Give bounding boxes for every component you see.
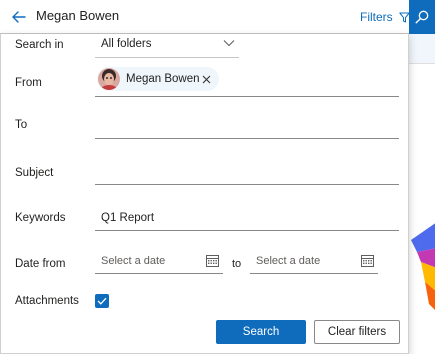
avatar [98,68,120,90]
keywords-value: Q1 Report [101,212,155,224]
start-date-picker[interactable]: Select a date [95,250,223,274]
from-person-chip[interactable]: Megan Bowen [97,67,219,91]
subject-field[interactable] [95,184,399,185]
clear-filters-button[interactable]: Clear filters [314,320,400,344]
from-label: From [15,77,42,89]
subject-label: Subject [15,167,54,179]
search-in-value: All folders [101,38,152,50]
from-person-name: Megan Bowen [126,73,200,85]
filters-label: Filters [360,10,393,24]
search-icon [415,10,429,24]
attachments-label: Attachments [15,295,79,307]
filters-button[interactable]: Filters [360,6,410,28]
search-submit-button[interactable] [409,0,435,34]
to-field[interactable] [95,138,399,139]
calendar-icon [361,255,374,267]
search-query[interactable]: Megan Bowen [36,8,119,23]
keywords-label: Keywords [15,212,66,224]
back-arrow-icon [12,11,26,23]
end-date-placeholder: Select a date [256,255,321,267]
keywords-field[interactable] [95,230,399,231]
background-illustration [411,223,435,310]
chevron-down-icon [223,40,235,47]
date-range-to-label: to [232,258,242,270]
calendar-icon [206,255,219,267]
search-bar: Megan Bowen Filters [0,0,435,34]
remove-person-button[interactable] [200,73,212,85]
attachments-checkbox[interactable] [95,294,109,308]
date-from-label: Date from [15,258,66,270]
background-header-band [409,34,435,64]
to-label: To [15,119,28,131]
search-in-dropdown[interactable]: All folders [95,34,239,58]
checkmark-icon [97,297,107,305]
from-field[interactable] [95,96,399,97]
start-date-placeholder: Select a date [101,255,166,267]
search-in-label: Search in [15,39,64,51]
close-icon [202,75,210,83]
search-button[interactable]: Search [216,320,306,344]
end-date-picker[interactable]: Select a date [250,250,378,274]
back-button[interactable] [8,6,30,28]
search-filters-panel: Search in All folders From Megan Bowen T… [0,34,409,354]
